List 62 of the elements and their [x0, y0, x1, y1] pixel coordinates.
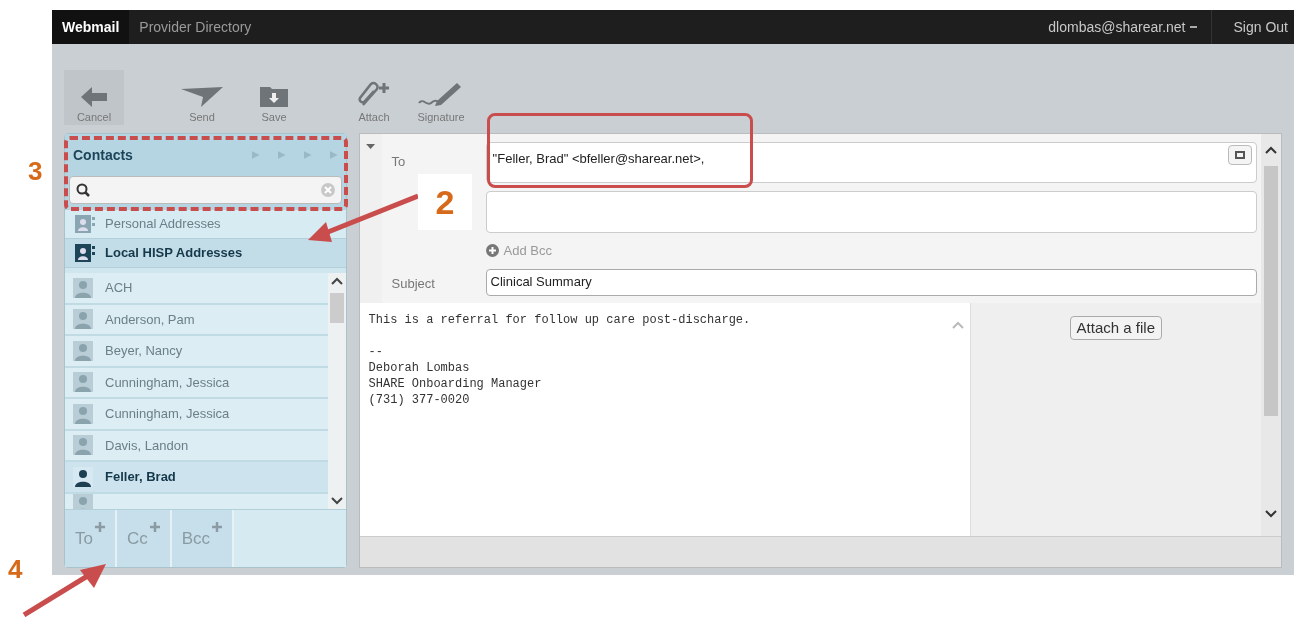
contact-item[interactable]: Cunningham, Jessica	[65, 367, 328, 399]
to-field[interactable]: "Feller, Brad" <bfeller@sharear.net>,	[485, 142, 1257, 183]
person-icon	[73, 340, 93, 361]
plus-icon	[212, 522, 223, 532]
plus-circle-icon	[485, 244, 499, 258]
toolbar-button[interactable]: Cancel	[64, 70, 124, 125]
person-icon	[73, 309, 93, 330]
toolbar-button[interactable]: Send	[172, 70, 232, 125]
panel-title: Contacts	[73, 145, 133, 165]
add-recipient-button[interactable]: To	[65, 510, 117, 567]
subject-field[interactable]: Clinical Summary	[485, 268, 1257, 296]
step-number: 2	[418, 174, 472, 230]
add-recipient-button[interactable]: Cc	[116, 510, 172, 567]
scrollbar[interactable]	[1261, 134, 1281, 536]
toolbar-button[interactable]: Attach	[352, 70, 396, 125]
contact-item[interactable]: Davis, Landon	[65, 430, 328, 462]
contact-item[interactable]: ACH	[65, 273, 328, 305]
search-field[interactable]	[69, 176, 342, 204]
toolbar-button[interactable]: Save	[244, 70, 304, 125]
paper-plane-icon	[181, 86, 223, 107]
folder-download-icon	[260, 84, 288, 107]
scroll-up-icon[interactable]	[330, 277, 343, 285]
message-text: This is a referral for follow up care post-discharge. -- Deborah Lombas SHARE Onboarding Manager (731) 377-0020	[367, 312, 752, 409]
popout-icon[interactable]	[1228, 145, 1252, 165]
address-book-icon	[75, 215, 95, 233]
add-bcc-link[interactable]: Add Bcc	[485, 241, 552, 261]
plus-icon	[94, 522, 105, 532]
step-number: 3	[28, 155, 43, 188]
step-number: 4	[8, 553, 23, 586]
person-icon	[73, 403, 93, 424]
paperclip-plus-icon	[357, 80, 391, 107]
address-book-icon	[75, 244, 95, 262]
message-body[interactable]: This is a referral for follow up care post-discharge. -- Deborah Lombas SHARE Onboarding Manager (731) 377-0020	[359, 303, 970, 536]
field-label: To	[390, 153, 407, 171]
attach-file-button[interactable]: Attach a file	[1069, 316, 1162, 340]
toolbar-button[interactable]: Signature	[412, 70, 470, 125]
search-icon	[76, 183, 90, 197]
next-icon[interactable]	[303, 151, 312, 159]
contact-item[interactable]: Beyer, Nancy	[65, 336, 328, 368]
account-menu[interactable]: dlombas@sharear.net	[1034, 10, 1211, 44]
person-icon	[73, 435, 93, 456]
field-label: Subject	[390, 274, 436, 293]
back-arrow-icon	[81, 86, 107, 107]
person-icon	[73, 277, 93, 298]
scroll-down-icon[interactable]	[1265, 510, 1277, 518]
contact-item[interactable]: Anderson, Pam	[65, 304, 328, 336]
person-icon	[73, 466, 93, 487]
person-icon	[73, 372, 93, 393]
cc-field[interactable]	[485, 191, 1257, 233]
clear-icon[interactable]	[320, 183, 335, 197]
address-book-item[interactable]: Personal Addresses	[65, 210, 346, 239]
address-book-item[interactable]: Local HISP Addresses	[65, 239, 346, 268]
scroll-down-icon[interactable]	[330, 497, 343, 505]
collapse-icon[interactable]	[366, 144, 376, 149]
add-recipient-button[interactable]: Bcc	[171, 510, 235, 567]
nav-tab[interactable]: Webmail	[52, 10, 130, 44]
scroll-up-icon[interactable]	[1265, 146, 1277, 154]
plus-icon	[149, 522, 160, 532]
nav-tab[interactable]: Provider Directory	[129, 10, 262, 44]
scroll-thumb[interactable]	[329, 293, 344, 323]
scroll-thumb[interactable]	[1264, 166, 1278, 416]
contact-item[interactable]: Cunningham, Jessica	[65, 399, 328, 431]
